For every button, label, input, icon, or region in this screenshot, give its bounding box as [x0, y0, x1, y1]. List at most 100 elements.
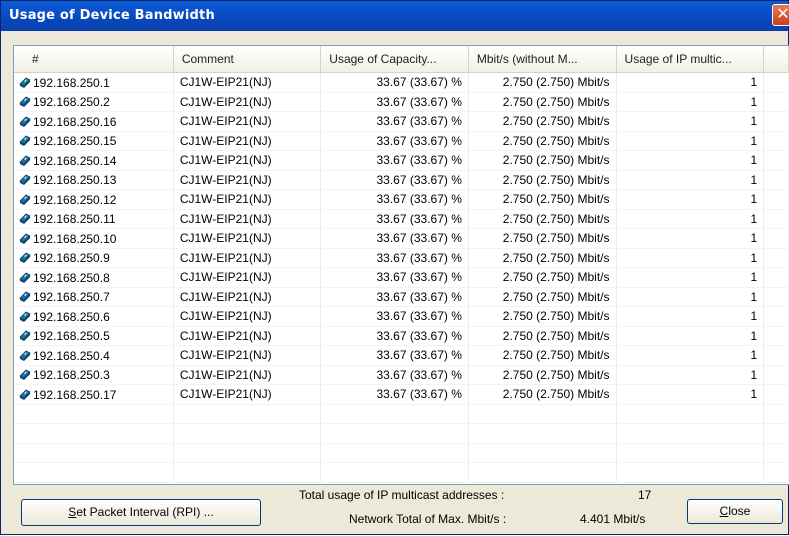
- row-ip: 192.168.250.6: [33, 309, 110, 324]
- column-header-mbit[interactable]: Mbit/s (without M...: [468, 46, 617, 73]
- empty-row: [14, 423, 789, 444]
- row-multicast: 1: [616, 228, 765, 249]
- row-mbit: 2.750 (2.750) Mbit/s: [468, 72, 617, 93]
- row-comment: CJ1W-EIP21(NJ): [173, 306, 322, 327]
- device-node-icon: [18, 211, 32, 225]
- row-comment: CJ1W-EIP21(NJ): [173, 345, 322, 366]
- table-row[interactable]: 192.168.250.3 CJ1W-EIP21(NJ) 33.67 (33.67)…: [14, 365, 789, 385]
- row-comment: CJ1W-EIP21(NJ): [173, 111, 322, 132]
- row-comment: CJ1W-EIP21(NJ): [173, 228, 322, 249]
- row-ip: 192.168.250.4: [33, 348, 110, 363]
- row-ip: 192.168.250.11: [33, 212, 116, 227]
- row-ip-cell: 192.168.250.9: [14, 248, 174, 268]
- row-capacity: 33.67 (33.67) %: [320, 384, 469, 405]
- row-capacity: 33.67 (33.67) %: [320, 189, 469, 210]
- row-multicast: 1: [616, 345, 765, 366]
- table-header-row: # Comment Usage of Capacity... Mbit/s (w…: [14, 46, 789, 73]
- row-capacity: 33.67 (33.67) %: [320, 365, 469, 385]
- row-ip: 192.168.250.16: [33, 114, 117, 129]
- row-capacity: 33.67 (33.67) %: [320, 228, 469, 249]
- table-row[interactable]: 192.168.250.12 CJ1W-EIP21(NJ) 33.67 (33.67…: [14, 189, 789, 210]
- table-row[interactable]: 192.168.250.5 CJ1W-EIP21(NJ) 33.67 (33.67)…: [14, 326, 789, 346]
- row-ip: 192.168.250.5: [33, 329, 110, 344]
- column-header-capacity[interactable]: Usage of Capacity...: [320, 46, 469, 73]
- row-comment: CJ1W-EIP21(NJ): [173, 287, 322, 307]
- device-node-icon: [18, 309, 32, 323]
- row-ip-cell: 192.168.250.16: [14, 111, 174, 132]
- row-ip-cell: 192.168.250.13: [14, 170, 174, 190]
- row-comment: CJ1W-EIP21(NJ): [173, 189, 322, 210]
- table-row[interactable]: 192.168.250.7 CJ1W-EIP21(NJ) 33.67 (33.67)…: [14, 287, 789, 307]
- row-capacity: 33.67 (33.67) %: [320, 170, 469, 190]
- row-ip: 192.168.250.10: [33, 231, 117, 246]
- row-filler: [763, 170, 789, 190]
- window-close-icon[interactable]: ✕: [772, 4, 789, 26]
- row-ip-cell: 192.168.250.12: [14, 189, 174, 210]
- close-button[interactable]: Close: [687, 499, 783, 524]
- column-header-comment[interactable]: Comment: [173, 46, 322, 73]
- bandwidth-table: # Comment Usage of Capacity... Mbit/s (w…: [14, 46, 789, 483]
- row-mbit: 2.750 (2.750) Mbit/s: [468, 365, 617, 385]
- table-row[interactable]: 192.168.250.10 CJ1W-EIP21(NJ) 33.67 (33.67…: [14, 228, 789, 249]
- row-filler: [763, 131, 789, 151]
- set-packet-interval-button[interactable]: Set Packet Interval (RPI) ...: [21, 499, 261, 526]
- row-comment: CJ1W-EIP21(NJ): [173, 150, 322, 171]
- row-comment: CJ1W-EIP21(NJ): [173, 384, 322, 405]
- dialog-window: Usage of Device Bandwidth ✕ # Comment Us…: [0, 0, 789, 535]
- device-node-icon: [18, 153, 32, 167]
- table-row[interactable]: 192.168.250.9 CJ1W-EIP21(NJ) 33.67 (33.67)…: [14, 248, 789, 268]
- row-capacity: 33.67 (33.67) %: [320, 306, 469, 327]
- table-row[interactable]: 192.168.250.14 CJ1W-EIP21(NJ) 33.67 (33.67…: [14, 150, 789, 171]
- row-capacity: 33.67 (33.67) %: [320, 326, 469, 346]
- row-capacity: 33.67 (33.67) %: [320, 131, 469, 151]
- table-row[interactable]: 192.168.250.16 CJ1W-EIP21(NJ) 33.67 (33.67…: [14, 111, 789, 132]
- table-row[interactable]: 192.168.250.13 CJ1W-EIP21(NJ) 33.67 (33.67…: [14, 170, 789, 190]
- row-ip-cell: 192.168.250.3: [14, 365, 174, 385]
- row-multicast: 1: [616, 189, 765, 210]
- row-comment: CJ1W-EIP21(NJ): [173, 326, 322, 346]
- column-header-number[interactable]: #: [14, 46, 174, 73]
- bandwidth-table-panel: # Comment Usage of Capacity... Mbit/s (w…: [13, 45, 789, 485]
- row-comment: CJ1W-EIP21(NJ): [173, 248, 322, 268]
- table-row[interactable]: 192.168.250.15 CJ1W-EIP21(NJ) 33.67 (33.67…: [14, 131, 789, 151]
- table-row[interactable]: 192.168.250.8 CJ1W-EIP21(NJ) 33.67 (33.67)…: [14, 267, 789, 288]
- row-capacity: 33.67 (33.67) %: [320, 345, 469, 366]
- row-multicast: 1: [616, 209, 765, 229]
- row-filler: [763, 209, 789, 229]
- row-multicast: 1: [616, 111, 765, 132]
- device-node-icon: [18, 192, 32, 206]
- row-ip: 192.168.250.17: [33, 387, 117, 402]
- row-comment: CJ1W-EIP21(NJ): [173, 170, 322, 190]
- row-ip-cell: 192.168.250.6: [14, 306, 174, 327]
- row-mbit: 2.750 (2.750) Mbit/s: [468, 111, 617, 132]
- table-row[interactable]: 192.168.250.17 CJ1W-EIP21(NJ) 33.67 (33.67…: [14, 384, 789, 405]
- row-ip: 192.168.250.13: [33, 173, 117, 188]
- row-capacity: 33.67 (33.67) %: [320, 248, 469, 268]
- row-ip-cell: 192.168.250.8: [14, 267, 174, 288]
- row-ip-cell: 192.168.250.1: [14, 72, 174, 93]
- row-filler: [763, 92, 789, 112]
- device-node-icon: [18, 387, 32, 401]
- row-ip-cell: 192.168.250.15: [14, 131, 174, 151]
- table-row[interactable]: 192.168.250.4 CJ1W-EIP21(NJ) 33.67 (33.67)…: [14, 345, 789, 366]
- column-header-multicast[interactable]: Usage of IP multic...: [616, 46, 765, 73]
- row-multicast: 1: [616, 365, 765, 385]
- table-row[interactable]: 192.168.250.1 CJ1W-EIP21(NJ) 33.67 (33.67)…: [14, 72, 789, 93]
- row-mbit: 2.750 (2.750) Mbit/s: [468, 248, 617, 268]
- row-filler: [763, 72, 789, 93]
- row-filler: [763, 287, 789, 307]
- row-comment: CJ1W-EIP21(NJ): [173, 209, 322, 229]
- column-header-filler: [763, 46, 789, 73]
- table-row[interactable]: 192.168.250.2 CJ1W-EIP21(NJ) 33.67 (33.67)…: [14, 92, 789, 112]
- table-row[interactable]: 192.168.250.6 CJ1W-EIP21(NJ) 33.67 (33.67)…: [14, 306, 789, 327]
- row-ip: 192.168.250.7: [33, 290, 110, 305]
- row-comment: CJ1W-EIP21(NJ): [173, 267, 322, 288]
- row-ip: 192.168.250.2: [33, 95, 110, 110]
- table-body: 192.168.250.1 CJ1W-EIP21(NJ) 33.67 (33.67)…: [14, 72, 789, 483]
- row-mbit: 2.750 (2.750) Mbit/s: [468, 267, 617, 288]
- window-title: Usage of Device Bandwidth: [9, 8, 215, 23]
- device-node-icon: [18, 289, 32, 303]
- table-row[interactable]: 192.168.250.11 CJ1W-EIP21(NJ) 33.67 (33.67…: [14, 209, 789, 229]
- row-multicast: 1: [616, 248, 765, 268]
- row-mbit: 2.750 (2.750) Mbit/s: [468, 326, 617, 346]
